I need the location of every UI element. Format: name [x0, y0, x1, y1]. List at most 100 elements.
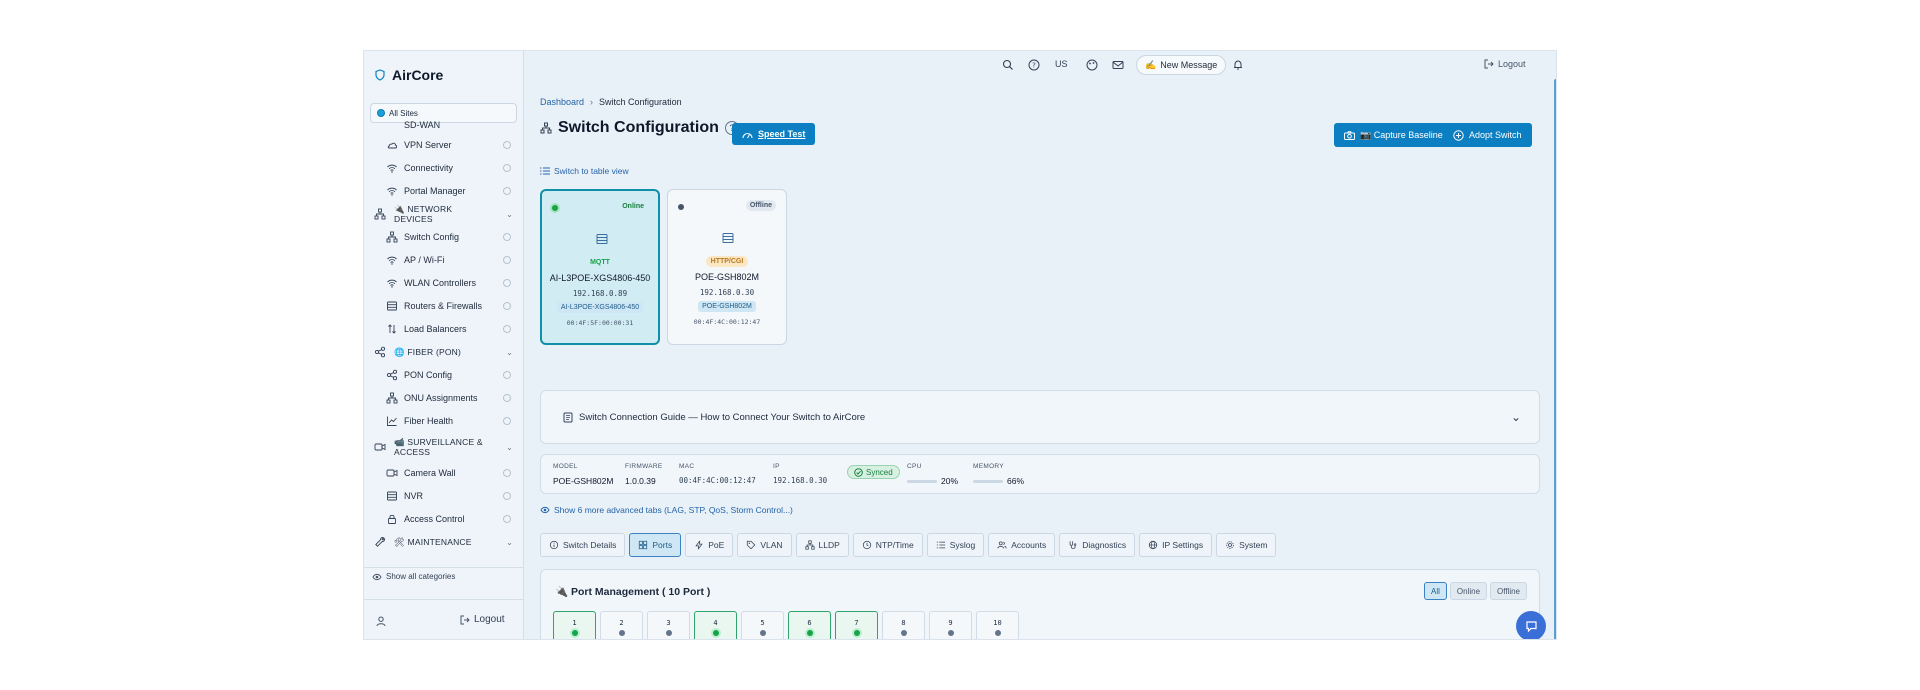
- tab-poe[interactable]: PoE: [685, 533, 734, 557]
- show-all-categories-button[interactable]: Show all categories: [364, 567, 523, 585]
- language-selector[interactable]: US: [1055, 59, 1068, 69]
- info-memory-value: 66%: [1007, 476, 1025, 486]
- scrollbar[interactable]: [1554, 79, 1556, 639]
- port-tile[interactable]: 7 UP: [835, 611, 878, 640]
- sidebar-item-connectivity[interactable]: Connectivity: [364, 158, 523, 178]
- site-selector[interactable]: All Sites: [370, 103, 517, 123]
- sidebar-item-nvr[interactable]: NVR: [364, 486, 523, 506]
- port-tile[interactable]: 6 UP: [788, 611, 831, 639]
- switch-card[interactable]: Offline HTTP/CGI POE-GSH802M 192.168.0.3…: [667, 189, 787, 345]
- bell-icon[interactable]: [1232, 59, 1244, 71]
- new-message-button[interactable]: ✍ New Message: [1136, 55, 1227, 75]
- sidebar-item-label: ONU Assignments: [404, 393, 478, 403]
- mail-icon[interactable]: [1112, 59, 1124, 71]
- tab-switch-details[interactable]: Switch Details: [540, 533, 626, 557]
- filter-all[interactable]: All: [1424, 582, 1447, 600]
- sidebar-section-network-devices[interactable]: 🔌 NETWORK DEVICES ⌄: [364, 204, 523, 224]
- sidebar-item-switch-config[interactable]: Switch Config: [364, 227, 523, 247]
- switch-ip: 192.168.0.89: [572, 289, 628, 298]
- sidebar-section-fiber-pon[interactable]: 🌐 FIBER (PON) ⌄: [364, 342, 523, 362]
- chat-fab-button[interactable]: [1516, 611, 1546, 639]
- tab-vlan[interactable]: VLAN: [737, 533, 792, 557]
- tab-diagnostics[interactable]: Diagnostics: [1059, 533, 1136, 557]
- sidebar-item-vpn-server[interactable]: VPN Server: [364, 135, 523, 155]
- wifi-icon: [387, 256, 397, 265]
- tab-system[interactable]: System: [1216, 533, 1277, 557]
- port-status-dot: [947, 629, 954, 636]
- brand[interactable]: AirCore: [374, 67, 443, 83]
- connection-guide-panel[interactable]: Switch Connection Guide — How to Connect…: [540, 390, 1540, 444]
- port-tile[interactable]: 5 DOWN: [741, 611, 784, 639]
- search-icon[interactable]: [1002, 59, 1014, 71]
- sidebar-section-maintenance[interactable]: 🛠 MAINTENANCE ⌄: [364, 532, 523, 552]
- sidebar-item-portal-manager[interactable]: Portal Manager: [364, 181, 523, 201]
- tab-accounts[interactable]: Accounts: [988, 533, 1056, 557]
- adopt-switch-button[interactable]: Adopt Switch: [1443, 123, 1532, 147]
- sidebar-logout-button[interactable]: Logout: [460, 614, 505, 625]
- port-tile[interactable]: 4 UP: [694, 611, 737, 639]
- plus-circle-icon: [1453, 129, 1464, 141]
- port-tile[interactable]: 10 DOWN: [976, 611, 1019, 639]
- info-icon: [503, 371, 511, 379]
- tab-syslog[interactable]: Syslog: [926, 533, 985, 557]
- breadcrumb-dashboard[interactable]: Dashboard: [540, 97, 584, 107]
- chat-icon: [1525, 620, 1537, 632]
- sidebar-item-label: Connectivity: [404, 163, 454, 173]
- info-icon: [503, 141, 511, 149]
- page-title: Switch Configuration ?: [540, 119, 739, 137]
- help-icon[interactable]: ?: [1028, 59, 1040, 71]
- video-icon: [386, 469, 398, 477]
- sidebar-item-camera-wall[interactable]: Camera Wall: [364, 463, 523, 483]
- tab-label: Switch Details: [563, 540, 617, 550]
- tab-ip-settings[interactable]: IP Settings: [1139, 533, 1213, 557]
- sidebar-item-onu-assignments[interactable]: ONU Assignments: [364, 388, 523, 408]
- info-cpu-value: 20%: [941, 476, 959, 486]
- port-tile[interactable]: 8 DOWN: [882, 611, 925, 639]
- switch-to-table-view-link[interactable]: Switch to table view: [540, 166, 629, 176]
- topbar-logout-button[interactable]: Logout: [1484, 59, 1526, 69]
- sidebar-item-sd-wan[interactable]: SD-WAN: [364, 121, 523, 135]
- chevron-down-icon: ⌄: [506, 442, 513, 452]
- speed-test-button[interactable]: Speed Test: [732, 123, 816, 145]
- port-tile[interactable]: 1 UP: [553, 611, 596, 639]
- synced-label: Synced: [866, 467, 893, 477]
- port-state: UP: [852, 639, 860, 640]
- capture-baseline-label: 📷 Capture Baseline: [1360, 129, 1443, 140]
- filter-online[interactable]: Online: [1449, 582, 1488, 600]
- video-icon: [374, 443, 386, 451]
- info-icon: [503, 469, 511, 477]
- sidebar-item-routers-firewalls[interactable]: Routers & Firewalls: [364, 296, 523, 316]
- info-mac: MAC 00:4F:4C:00:12:47: [679, 463, 756, 485]
- info-ip: IP 192.168.0.30: [773, 463, 827, 485]
- tab-ntp-time[interactable]: NTP/Time: [852, 533, 923, 557]
- sidebar-item-access-control[interactable]: Access Control: [364, 509, 523, 529]
- port-tile[interactable]: 3 DOWN: [647, 611, 690, 639]
- tab-ports[interactable]: Ports: [629, 533, 682, 557]
- palette-icon[interactable]: [1086, 59, 1098, 71]
- switch-model-label: POE-GSH802M: [698, 301, 756, 312]
- info-mac-label: MAC: [679, 463, 695, 470]
- sidebar-section-surveillance-access[interactable]: 📹 SURVEILLANCE & ACCESS ⌄: [364, 434, 523, 460]
- sidebar-item-load-balancers[interactable]: Load Balancers: [364, 319, 523, 339]
- sidebar-item-wlan-controllers[interactable]: WLAN Controllers: [364, 273, 523, 293]
- info-firmware: FIRMWARE 1.0.0.39: [625, 463, 663, 486]
- topbar: ? US ✍ New Message Logout: [524, 51, 1556, 79]
- port-management-title: 🔌 Port Management ( 10 Port ): [555, 586, 711, 598]
- sidebar-item-ap-wi-fi[interactable]: AP / Wi-Fi: [364, 250, 523, 270]
- port-tile[interactable]: 2 DOWN: [600, 611, 643, 639]
- user-icon[interactable]: [376, 616, 386, 627]
- logout-icon: [1484, 59, 1494, 69]
- show-advanced-tabs-link[interactable]: Show 6 more advanced tabs (LAG, STP, QoS…: [540, 505, 793, 515]
- switch-card[interactable]: Online MQTT AI-L3POE-XGS4806-450 192.168…: [540, 189, 660, 345]
- chevron-down-icon[interactable]: ⌄: [1511, 410, 1521, 424]
- sidebar-item-pon-config[interactable]: PON Config: [364, 365, 523, 385]
- sidebar-item-fiber-health[interactable]: Fiber Health: [364, 411, 523, 431]
- sidebar-item-label: Routers & Firewalls: [404, 301, 483, 311]
- tab-lldp[interactable]: LLDP: [795, 533, 849, 557]
- eye-icon: [540, 506, 550, 514]
- users-icon: [997, 541, 1007, 549]
- capture-baseline-button[interactable]: 📷 Capture Baseline: [1334, 123, 1453, 147]
- memory-meter: [973, 480, 1003, 484]
- port-tile[interactable]: 9 DOWN: [929, 611, 972, 639]
- filter-offline[interactable]: Offline: [1490, 582, 1527, 600]
